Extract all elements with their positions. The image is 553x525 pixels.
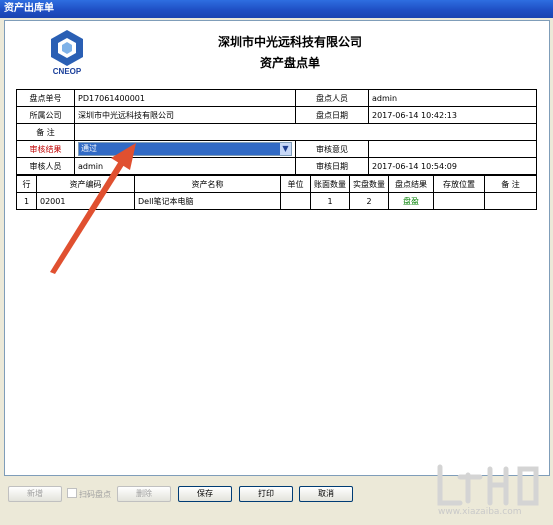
auditor-value: admin bbox=[74, 157, 296, 175]
auditor-label: 审核人员 bbox=[16, 157, 75, 175]
delete-button[interactable]: 删除 bbox=[117, 486, 171, 502]
col-header: 实盘数量 bbox=[349, 175, 389, 193]
audit-date-label: 审核日期 bbox=[295, 157, 369, 175]
col-header: 账面数量 bbox=[310, 175, 350, 193]
person-value[interactable]: admin bbox=[368, 89, 537, 107]
storage-location[interactable] bbox=[433, 192, 485, 210]
date-label: 盘点日期 bbox=[295, 106, 369, 124]
document-title: 资产盘点单 bbox=[259, 56, 320, 70]
print-button[interactable]: 打印 bbox=[239, 486, 293, 502]
audit-opinion-field[interactable] bbox=[368, 140, 537, 158]
checkbox-icon[interactable] bbox=[67, 488, 77, 498]
logo-text: CNEOP bbox=[53, 67, 82, 76]
asset-code[interactable]: 02001 bbox=[36, 192, 135, 210]
chevron-down-icon[interactable]: ▼ bbox=[280, 143, 291, 155]
window-title: 资产出库单 bbox=[0, 0, 553, 18]
col-header: 行 bbox=[16, 175, 37, 193]
audit-result-label: 审核结果 bbox=[16, 140, 75, 158]
date-value[interactable]: 2017-06-14 10:42:13 bbox=[368, 106, 537, 124]
remark-label: 备 注 bbox=[16, 123, 75, 141]
row-remark[interactable] bbox=[484, 192, 537, 210]
scan-checkbox-label: 扫码盘点 bbox=[79, 490, 111, 499]
remark-field[interactable] bbox=[74, 123, 537, 141]
col-header: 资产名称 bbox=[134, 175, 281, 193]
scan-checkbox[interactable]: 扫码盘点 bbox=[67, 488, 111, 500]
company-logo: CNEOP bbox=[51, 30, 83, 76]
watermark-text: www.xiazaiba.com bbox=[438, 507, 522, 517]
form-table: 盘点单号 PD17061400001 盘点人员 admin 所属公司 深圳市中光… bbox=[16, 89, 537, 175]
asset-name[interactable]: Dell笔记本电脑 bbox=[134, 192, 281, 210]
row-number: 1 bbox=[16, 192, 37, 210]
table-header: 行 资产编码 资产名称 单位 账面数量 实盘数量 盘点结果 存放位置 备 注 bbox=[16, 175, 537, 193]
check-result: 盘盈 bbox=[388, 192, 434, 210]
actual-qty[interactable]: 2 bbox=[349, 192, 389, 210]
cancel-button[interactable]: 取消 bbox=[299, 486, 353, 502]
company-value[interactable]: 深圳市中光远科技有限公司 bbox=[74, 106, 296, 124]
asset-table: 行 资产编码 资产名称 单位 账面数量 实盘数量 盘点结果 存放位置 备 注 1… bbox=[16, 175, 537, 210]
add-button[interactable]: 新增 bbox=[8, 486, 62, 502]
col-header: 资产编码 bbox=[36, 175, 135, 193]
col-header: 单位 bbox=[280, 175, 311, 193]
col-header: 盘点结果 bbox=[388, 175, 434, 193]
audit-result-cell: 通过 ▼ bbox=[74, 140, 296, 158]
company-label: 所属公司 bbox=[16, 106, 75, 124]
asset-unit[interactable] bbox=[280, 192, 311, 210]
book-qty[interactable]: 1 bbox=[310, 192, 350, 210]
table-row[interactable]: 1 02001 Dell笔记本电脑 1 2 盘盈 bbox=[16, 192, 537, 210]
doc-no-value[interactable]: PD17061400001 bbox=[74, 89, 296, 107]
audit-opinion-label: 审核意见 bbox=[295, 140, 369, 158]
doc-no-label: 盘点单号 bbox=[16, 89, 75, 107]
save-button[interactable]: 保存 bbox=[178, 486, 232, 502]
person-label: 盘点人员 bbox=[295, 89, 369, 107]
audit-date-value: 2017-06-14 10:54:09 bbox=[368, 157, 537, 175]
col-header: 备 注 bbox=[484, 175, 537, 193]
company-name: 深圳市中光远科技有限公司 bbox=[217, 35, 362, 49]
audit-result-select[interactable]: 通过 ▼ bbox=[78, 142, 292, 156]
audit-result-value: 通过 bbox=[81, 144, 97, 153]
col-header: 存放位置 bbox=[433, 175, 485, 193]
